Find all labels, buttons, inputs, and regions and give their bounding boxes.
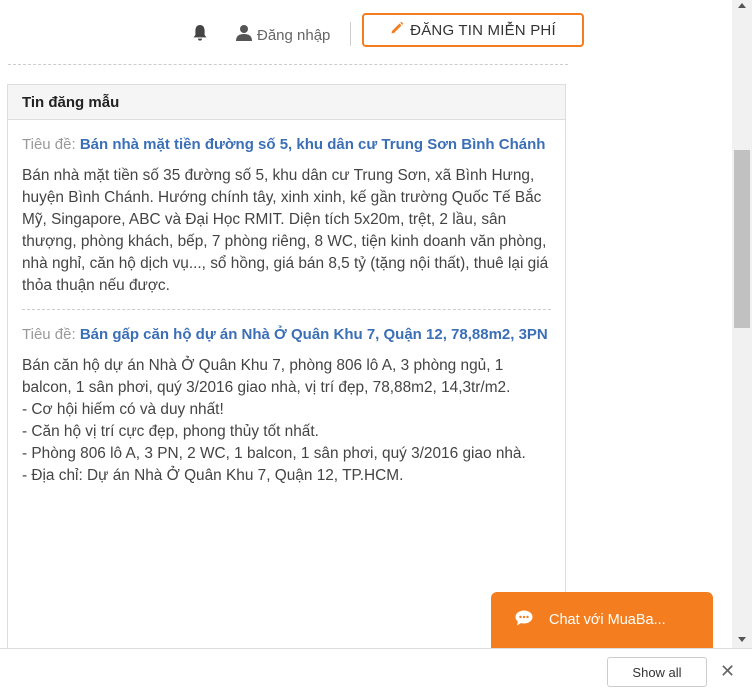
listing-title-row: Tiêu đề: Bán gấp căn hộ dự án Nhà Ở Quân… bbox=[22, 324, 551, 345]
listing-title-row: Tiêu đề: Bán nhà mặt tiền đường số 5, kh… bbox=[22, 134, 551, 155]
title-prefix: Tiêu đề: bbox=[22, 136, 76, 153]
listing-title-link[interactable]: Bán gấp căn hộ dự án Nhà Ở Quân Khu 7, Q… bbox=[80, 326, 548, 343]
scrollbar-thumb[interactable] bbox=[734, 150, 750, 328]
user-icon bbox=[235, 24, 253, 46]
panel-title: Tin đăng mẫu bbox=[8, 85, 565, 120]
chat-bubble-icon bbox=[515, 610, 533, 630]
vertical-scrollbar[interactable] bbox=[732, 0, 752, 648]
close-icon[interactable]: ✕ bbox=[720, 661, 735, 681]
show-all-button[interactable]: Show all bbox=[607, 657, 707, 687]
listing-description: Bán nhà mặt tiền số 35 đường số 5, khu d… bbox=[22, 167, 549, 294]
listing-description: Bán căn hộ dự án Nhà Ở Quân Khu 7, phòng… bbox=[22, 357, 526, 484]
listing-item: Tiêu đề: Bán nhà mặt tiền đường số 5, kh… bbox=[22, 120, 551, 309]
page-viewport: Đăng nhập ĐĂNG TIN MIỄN PHÍ Tin đăng mẫu… bbox=[0, 0, 732, 648]
header-divider bbox=[350, 22, 351, 46]
login-label: Đăng nhập bbox=[257, 26, 331, 44]
downloads-bar: Show all ✕ bbox=[0, 648, 752, 694]
sample-listings-panel: Tin đăng mẫu Tiêu đề: Bán nhà mặt tiền đ… bbox=[7, 84, 566, 648]
post-button-label: ĐĂNG TIN MIỄN PHÍ bbox=[410, 21, 556, 39]
chat-label: Chat với MuaBa... bbox=[549, 612, 666, 628]
top-header: Đăng nhập ĐĂNG TIN MIỄN PHÍ bbox=[0, 0, 732, 64]
login-link[interactable]: Đăng nhập bbox=[235, 24, 330, 46]
listing-item: Tiêu đề: Bán gấp căn hộ dự án Nhà Ở Quân… bbox=[22, 309, 551, 499]
title-prefix: Tiêu đề: bbox=[22, 326, 76, 343]
scroll-up-arrow-icon[interactable] bbox=[738, 3, 746, 8]
post-free-ad-button[interactable]: ĐĂNG TIN MIỄN PHÍ bbox=[362, 13, 584, 47]
listing-title-link[interactable]: Bán nhà mặt tiền đường số 5, khu dân cư … bbox=[80, 136, 546, 153]
chat-button[interactable]: Chat với MuaBa... bbox=[491, 592, 713, 648]
pencil-icon bbox=[390, 21, 404, 39]
scroll-down-arrow-icon[interactable] bbox=[738, 637, 746, 642]
bell-icon[interactable] bbox=[192, 24, 208, 42]
header-separator bbox=[8, 64, 568, 65]
